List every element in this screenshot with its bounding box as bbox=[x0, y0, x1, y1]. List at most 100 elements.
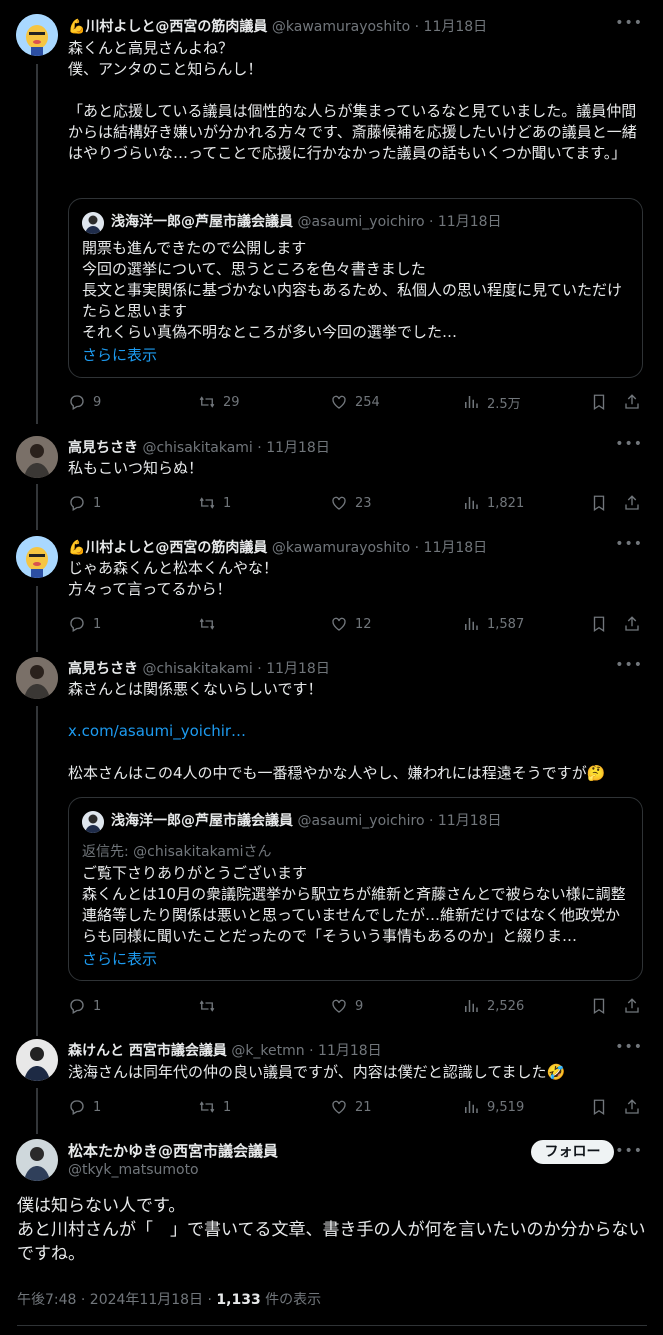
person-avatar-icon bbox=[82, 212, 104, 234]
muscle-icon: 💪 bbox=[68, 540, 86, 556]
tweet-header: 💪川村よしと@西宮の筋肉議員 @kawamurayoshito · 11月18日 bbox=[68, 19, 488, 35]
retweet-button[interactable]: 1 bbox=[198, 1096, 231, 1118]
more-icon[interactable]: ••• bbox=[615, 1039, 643, 1055]
like-count: 21 bbox=[355, 1099, 372, 1115]
views-button[interactable]: 1,587 bbox=[462, 613, 524, 635]
retweet-icon bbox=[199, 618, 215, 630]
person-avatar-icon bbox=[16, 436, 58, 478]
bookmark-button[interactable] bbox=[590, 391, 608, 413]
reply-button[interactable]: 9 bbox=[68, 391, 101, 413]
author-name[interactable]: 川村よしと@西宮の筋肉議員 bbox=[85, 19, 267, 35]
view-count: 1,587 bbox=[487, 616, 525, 632]
avatar[interactable] bbox=[16, 1139, 58, 1181]
author-handle[interactable]: @chisakitakami bbox=[142, 661, 252, 677]
reply-button[interactable]: 1 bbox=[68, 1096, 101, 1118]
author-handle[interactable]: @kawamurayoshito bbox=[272, 540, 410, 556]
more-icon[interactable]: ••• bbox=[615, 657, 643, 673]
quote-tweet[interactable]: 浅海洋一郎@芦屋市議会議員 @asaumi_yoichiro · 11月18日 … bbox=[68, 797, 643, 981]
views-button[interactable]: 1,821 bbox=[462, 492, 524, 514]
quote-author-handle: @asaumi_yoichiro bbox=[297, 813, 425, 829]
retweet-button[interactable]: 29 bbox=[198, 391, 240, 413]
bookmark-button[interactable] bbox=[590, 492, 608, 514]
more-icon[interactable]: ••• bbox=[615, 536, 643, 552]
like-button[interactable]: 9 bbox=[330, 995, 363, 1017]
author-name[interactable]: 川村よしと@西宮の筋肉議員 bbox=[85, 540, 267, 556]
share-icon bbox=[625, 1099, 639, 1114]
share-button[interactable] bbox=[623, 391, 641, 413]
share-button[interactable] bbox=[623, 613, 641, 635]
action-bar: 1 9 2,526 bbox=[68, 995, 648, 1017]
reply-count: 1 bbox=[93, 998, 102, 1014]
heart-icon bbox=[332, 395, 346, 409]
share-button[interactable] bbox=[623, 492, 641, 514]
action-bar: 9 29 254 2.5万 bbox=[68, 391, 648, 413]
tweet-date[interactable]: 11月18日 bbox=[266, 440, 330, 456]
reply-button[interactable]: 1 bbox=[68, 613, 101, 635]
share-button[interactable] bbox=[623, 995, 641, 1017]
quote-tweet[interactable]: 浅海洋一郎@芦屋市議会議員 @asaumi_yoichiro · 11月18日 … bbox=[68, 198, 643, 378]
heart-icon bbox=[332, 496, 346, 510]
reply-count: 9 bbox=[93, 394, 102, 410]
views-button[interactable]: 9,519 bbox=[462, 1096, 524, 1118]
tweet-date[interactable]: 11月18日 bbox=[318, 1043, 382, 1059]
author-name[interactable]: 松本たかゆき@西宮市議会議員 bbox=[68, 1140, 278, 1161]
quote-author-handle: @asaumi_yoichiro bbox=[297, 214, 425, 230]
tweet-timestamp[interactable]: 午後7:48 · 2024年11月18日 · bbox=[17, 1292, 216, 1308]
tweet-date[interactable]: 11月18日 bbox=[424, 540, 488, 556]
reply-button[interactable]: 1 bbox=[68, 492, 101, 514]
like-button[interactable]: 21 bbox=[330, 1096, 372, 1118]
quote-text: 開票も進んできたので公開します 今回の選挙について、思うところを色々書きました … bbox=[82, 239, 623, 341]
reply-icon bbox=[70, 999, 84, 1014]
avatar[interactable] bbox=[16, 14, 58, 56]
avatar[interactable] bbox=[16, 536, 58, 578]
quote-avatar bbox=[82, 811, 104, 833]
like-button[interactable]: 23 bbox=[330, 492, 372, 514]
views-icon bbox=[465, 1000, 478, 1012]
avatar[interactable] bbox=[16, 657, 58, 699]
quote-author-name: 浅海洋一郎@芦屋市議会議員 bbox=[111, 214, 293, 230]
show-more-link[interactable]: さらに表示 bbox=[82, 948, 157, 969]
bookmark-button[interactable] bbox=[590, 1096, 608, 1118]
like-button[interactable]: 12 bbox=[330, 613, 372, 635]
tweet-text: じゃあ森くんと松本くんやな！ 方々って言ってるから！ bbox=[68, 559, 279, 598]
person-avatar-icon bbox=[82, 811, 104, 833]
avatar[interactable] bbox=[16, 1039, 58, 1081]
share-button[interactable] bbox=[623, 1096, 641, 1118]
reply-button[interactable]: 1 bbox=[68, 995, 101, 1017]
tweet-date[interactable]: 11月18日 bbox=[266, 661, 330, 677]
avatar[interactable] bbox=[16, 436, 58, 478]
author-handle[interactable]: @chisakitakami bbox=[142, 440, 252, 456]
views-button[interactable]: 2,526 bbox=[462, 995, 524, 1017]
bookmark-button[interactable] bbox=[590, 995, 608, 1017]
author-handle[interactable]: @tkyk_matsumoto bbox=[68, 1162, 199, 1178]
author-name[interactable]: 森けんと 西宮市議会議員 bbox=[68, 1043, 227, 1059]
more-icon[interactable]: ••• bbox=[615, 15, 643, 31]
tweet-date[interactable]: 11月18日 bbox=[424, 19, 488, 35]
heart-icon bbox=[332, 999, 346, 1013]
tweet-link[interactable]: x.com/asaumi_yoichir… bbox=[68, 721, 641, 742]
more-icon[interactable]: ••• bbox=[615, 1143, 643, 1159]
quote-author-name: 浅海洋一郎@芦屋市議会議員 bbox=[111, 813, 293, 829]
views-button[interactable]: 2.5万 bbox=[462, 391, 521, 413]
follow-button[interactable]: フォロー bbox=[531, 1140, 614, 1164]
reply-icon bbox=[70, 1100, 84, 1115]
heart-icon bbox=[332, 1100, 346, 1114]
author-handle[interactable]: @k_ketmn bbox=[231, 1043, 304, 1059]
tweet-text-2: 松本さんはこの4人の中でも一番穏やかな人やし、嫌われには程遠そうですが🤔 bbox=[68, 764, 606, 782]
like-button[interactable]: 254 bbox=[330, 391, 380, 413]
show-more-link[interactable]: さらに表示 bbox=[82, 344, 157, 365]
quote-header: 浅海洋一郎@芦屋市議会議員 @asaumi_yoichiro · 11月18日 bbox=[111, 214, 502, 230]
reply-count: 1 bbox=[93, 1099, 102, 1115]
retweet-button[interactable]: 1 bbox=[198, 492, 231, 514]
person-avatar-icon bbox=[16, 1139, 58, 1181]
retweet-icon bbox=[199, 396, 215, 408]
author-handle[interactable]: @kawamurayoshito bbox=[272, 19, 410, 35]
bookmark-button[interactable] bbox=[590, 613, 608, 635]
more-icon[interactable]: ••• bbox=[615, 436, 643, 452]
bookmark-icon bbox=[593, 1099, 605, 1116]
retweet-button[interactable] bbox=[198, 995, 223, 1017]
person-avatar-icon bbox=[16, 1039, 58, 1081]
author-name[interactable]: 高見ちさき bbox=[68, 440, 138, 456]
retweet-button[interactable] bbox=[198, 613, 223, 635]
author-name[interactable]: 高見ちさき bbox=[68, 661, 138, 677]
